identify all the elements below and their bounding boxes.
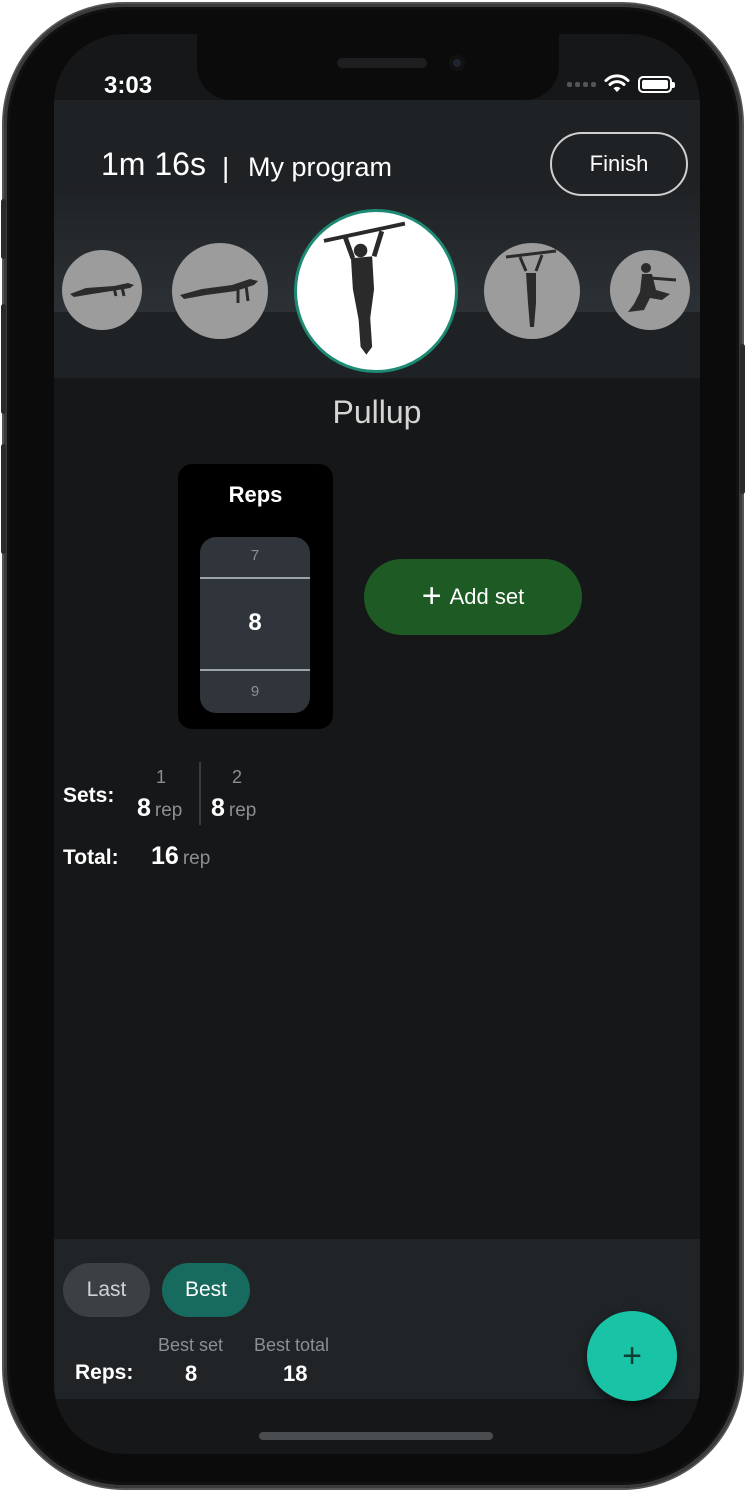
speaker: [337, 58, 427, 68]
screen: 3:03 1m 16s | My program Finish Pullup R…: [54, 34, 700, 1454]
set-number-1: 1: [156, 767, 167, 787]
set-number-2: 2: [232, 767, 243, 787]
hang-icon: [505, 249, 557, 327]
reps-picker: Reps 7 8 9: [178, 464, 333, 729]
wheel-divider-top: [200, 577, 310, 579]
phone-frame: 3:03 1m 16s | My program Finish Pullup R…: [1, 4, 745, 1488]
front-camera: [449, 55, 465, 71]
exercise-title: Pullup: [332, 394, 422, 430]
workout-timer: 1m 16s: [101, 146, 206, 182]
pullup-icon: [323, 221, 406, 355]
battery-icon: [638, 75, 675, 93]
best-total-value: 18: [283, 1361, 308, 1386]
power-button: [740, 344, 745, 494]
exercise-hang[interactable]: [484, 243, 580, 339]
add-set-button[interactable]: + Add set: [364, 559, 582, 635]
header-separator: |: [222, 152, 230, 183]
status-icons: [567, 74, 675, 94]
wheel-divider-bottom: [200, 669, 310, 671]
wheel-current-value[interactable]: 8: [200, 609, 310, 637]
wheel-next-value[interactable]: 9: [200, 683, 310, 700]
home-indicator[interactable]: [259, 1432, 493, 1440]
exercise-pushup[interactable]: [62, 250, 142, 330]
best-set-value: 8: [185, 1361, 198, 1386]
signal-icon: [567, 81, 596, 87]
add-set-label: Add set: [449, 584, 525, 609]
add-exercise-button[interactable]: +: [587, 1311, 677, 1401]
exercise-squat[interactable]: [610, 250, 690, 330]
squat-icon: [628, 263, 677, 312]
total-label: Total:: [63, 846, 119, 869]
picker-title: Reps: [228, 482, 283, 507]
best-set-label: Best set: [158, 1335, 224, 1355]
best-total-label: Best total: [254, 1335, 330, 1355]
exercise-pullup[interactable]: [294, 209, 458, 373]
tab-last[interactable]: Last: [63, 1263, 150, 1317]
plank-icon: [180, 279, 258, 303]
set-value-2: 8 rep: [211, 794, 257, 822]
exercise-plank[interactable]: [172, 243, 268, 339]
set-value-1: 8 rep: [137, 794, 183, 822]
notch: [197, 34, 559, 100]
status-time: 3:03: [104, 72, 153, 99]
tab-best[interactable]: Best: [162, 1263, 250, 1317]
reps-row-label: Reps:: [75, 1361, 134, 1384]
total-value: 16 rep: [151, 842, 211, 870]
finish-button[interactable]: Finish: [550, 132, 688, 196]
volume-up-button: [1, 304, 6, 414]
mute-switch: [1, 199, 6, 259]
volume-down-button: [1, 444, 6, 554]
sets-label: Sets:: [63, 784, 115, 807]
plus-icon: +: [421, 576, 442, 615]
wheel-prev-value[interactable]: 7: [200, 547, 310, 564]
set-divider: [199, 762, 201, 825]
wifi-icon: [604, 74, 630, 92]
pushup-icon: [70, 283, 134, 297]
program-name: My program: [248, 152, 393, 182]
plus-icon: +: [622, 1336, 642, 1375]
reps-wheel[interactable]: 7 8 9: [200, 537, 310, 713]
